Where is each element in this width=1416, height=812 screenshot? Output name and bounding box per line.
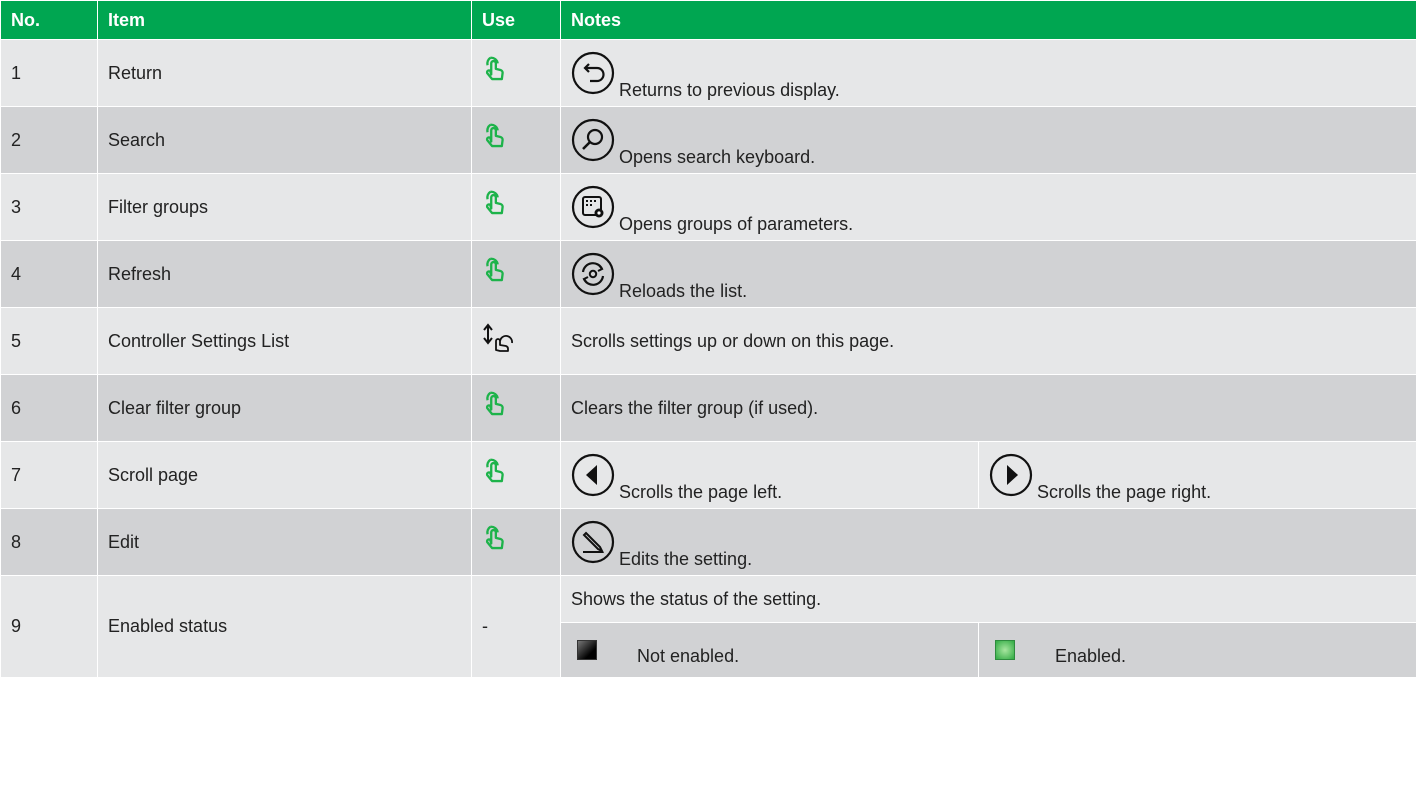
status-on-label: Enabled.	[1055, 645, 1127, 666]
touch-icon	[485, 123, 504, 147]
table-row: 3 Filter groups Opens groups of paramete…	[0, 173, 1416, 241]
row-no: 3	[0, 173, 98, 241]
touch-icon	[485, 257, 504, 281]
scroll-right-icon	[989, 453, 1033, 497]
filter-groups-icon	[571, 185, 615, 229]
table-row: 5 Controller Settings List Scrolls setti…	[0, 307, 1416, 375]
search-icon	[571, 118, 615, 162]
status-off-label: Not enabled.	[637, 645, 740, 666]
row-use: -	[471, 575, 561, 678]
row-item: Controller Settings List	[97, 307, 472, 375]
row-note: Clears the filter group (if used).	[559, 374, 1416, 442]
scroll-touch-icon	[483, 323, 513, 352]
header-no: No.	[0, 0, 98, 40]
header-notes: Notes	[559, 0, 1416, 40]
row-no: 8	[0, 508, 98, 576]
table-row: 9 Enabled status - Shows the status of t…	[0, 575, 1416, 678]
not-enabled-swatch	[577, 639, 597, 660]
touch-icon	[485, 190, 504, 214]
row-note: Opens groups of parameters.	[619, 214, 854, 234]
row-note: Shows the status of the setting.	[559, 575, 1416, 623]
touch-icon	[485, 458, 504, 482]
header-item: Item	[97, 0, 472, 40]
row-note: Reloads the list.	[619, 281, 748, 301]
row-no: 2	[0, 106, 98, 174]
row-no: 1	[0, 39, 98, 107]
row-note-right: Scrolls the page right.	[1037, 482, 1212, 502]
table-row: 1 Return Returns to previous display.	[0, 39, 1416, 107]
row-note: Returns to previous display.	[619, 80, 840, 100]
touch-icon	[485, 391, 504, 415]
controller-settings-legend-table: No. Item Use Notes 1 Return Returns to p…	[0, 0, 1416, 678]
row-item: Refresh	[97, 240, 472, 308]
table-row: 4 Refresh Reloads the list.	[0, 240, 1416, 308]
row-item: Enabled status	[97, 575, 472, 678]
table-row: 6 Clear filter group Clears the filter g…	[0, 374, 1416, 442]
row-no: 7	[0, 441, 98, 509]
row-note: Scrolls settings up or down on this page…	[559, 307, 1416, 375]
row-no: 4	[0, 240, 98, 308]
row-item: Scroll page	[97, 441, 472, 509]
row-item: Return	[97, 39, 472, 107]
row-item: Edit	[97, 508, 472, 576]
enabled-swatch	[995, 639, 1015, 660]
row-note-left: Scrolls the page left.	[619, 482, 783, 502]
return-icon	[571, 51, 615, 95]
table-row: 2 Search Opens search keyboard.	[0, 106, 1416, 174]
header-row: No. Item Use Notes	[0, 0, 1416, 40]
header-use: Use	[471, 0, 561, 40]
table-row: 7 Scroll page Scrolls the page left. Scr…	[0, 441, 1416, 509]
row-note: Edits the setting.	[619, 549, 753, 569]
row-item: Clear filter group	[97, 374, 472, 442]
touch-icon	[485, 525, 504, 549]
table-row: 8 Edit Edits the setting.	[0, 508, 1416, 576]
row-no: 5	[0, 307, 98, 375]
touch-icon	[485, 56, 504, 80]
row-item: Search	[97, 106, 472, 174]
row-no: 9	[0, 575, 98, 678]
refresh-icon	[571, 252, 615, 296]
row-no: 6	[0, 374, 98, 442]
row-item: Filter groups	[97, 173, 472, 241]
edit-icon	[571, 520, 615, 564]
scroll-left-icon	[571, 453, 615, 497]
row-note: Opens search keyboard.	[619, 147, 816, 167]
